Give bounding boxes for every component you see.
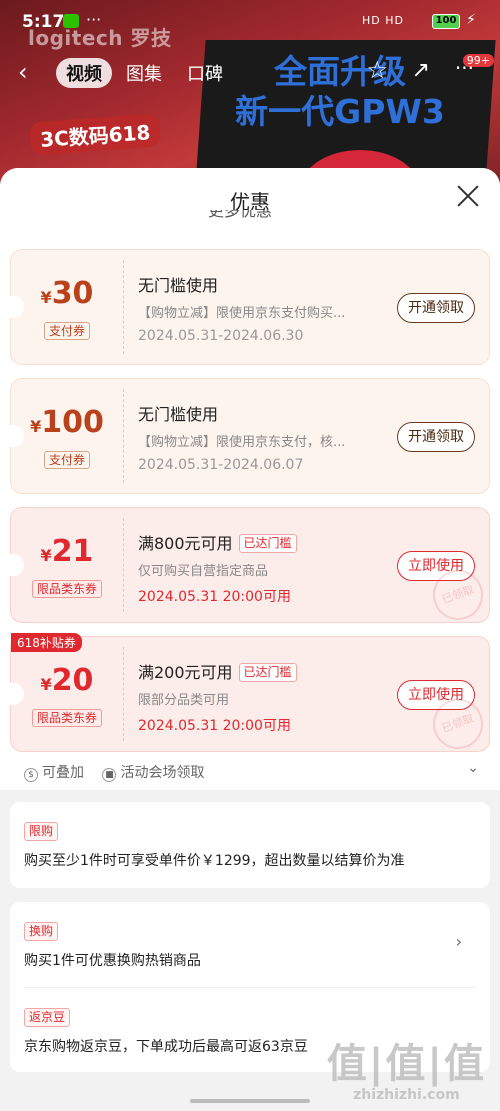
limit-text: 购买至少1件时可享受单件价￥1299，超出数量以结算价为准 xyxy=(24,853,405,869)
coupon-date: 2024.05.31 20:00可用 xyxy=(138,718,291,734)
subsidy-corner-tag: 618补贴券 xyxy=(11,633,82,652)
charging-icon: ⚡ xyxy=(466,12,476,28)
coupon-amount: ¥100 xyxy=(30,405,104,440)
exchange-tag: 换购 xyxy=(24,922,59,941)
threshold-reached-badge: 已达门槛 xyxy=(238,534,297,553)
promo-label: 3C数码618 xyxy=(29,113,162,156)
coupon-title: 无门槛使用 xyxy=(138,276,219,295)
more-offers-heading: 更多优惠 xyxy=(208,210,273,220)
top-navigation: ‹ 视频 图集 口碑 ☆ ↗ ··· xyxy=(0,54,500,94)
coupon-card: ¥30 支付券 无门槛使用 【购物立减】限使用京东支付购买... 2024.05… xyxy=(10,249,490,365)
limit-purchase-card: 限购 购买至少1件时可享受单件价￥1299，超出数量以结算价为准 xyxy=(10,802,490,888)
stackable-label: 可叠加 xyxy=(42,765,84,781)
bean-text: 京东购物返京豆，下单成功后最高可返63京豆 xyxy=(24,1039,308,1055)
coupon-desc: 【购物立减】限使用京东支付，核... xyxy=(138,435,346,450)
coupon-title: 满200元可用 已达门槛 xyxy=(138,659,297,683)
tab-video[interactable]: 视频 xyxy=(56,58,112,88)
status-bar: 5:17 ··· HD HD 100 ⚡ xyxy=(0,0,500,42)
coupon-card: ¥21 限品类东券 满800元可用 已达门槛 仅可购买自营指定商品 2024.05… xyxy=(10,507,491,628)
claim-coupon-button[interactable]: 开通领取 xyxy=(397,293,475,323)
coupon-footer[interactable]: $ 可叠加 ■ 活动会场领取 ⌄ xyxy=(24,760,479,782)
more-icon[interactable]: ··· xyxy=(455,56,474,80)
coupon-amount: ¥21 xyxy=(40,534,94,569)
coupon-amount: ¥20 xyxy=(40,663,94,698)
exchange-text: 购买1件可优惠换购热销商品 xyxy=(24,953,201,969)
chevron-down-icon[interactable]: ⌄ xyxy=(467,760,479,776)
bean-tag: 返京豆 xyxy=(24,1008,71,1027)
site-watermark: 值|值|值 zhizhizhi.com xyxy=(326,1041,486,1103)
coupon-type-tag: 限品类东券 xyxy=(31,580,102,598)
coupon-title: 无门槛使用 xyxy=(138,405,219,424)
threshold-reached-badge: 已达门槛 xyxy=(238,663,297,682)
coupon-amount: ¥30 xyxy=(40,276,94,311)
coupon-date: 2024.05.31-2024.06.30 xyxy=(138,328,304,344)
coupon-type-tag: 限品类东券 xyxy=(31,709,102,727)
promotions-sheet: 优惠 更多优惠 ¥30 支付券 无门槛使用 【购物立减】限使用京东支付购买...… xyxy=(0,168,500,1111)
stackable-icon: $ xyxy=(24,768,38,782)
signal-icon: HD HD xyxy=(362,14,404,27)
more-notifications-icon: ··· xyxy=(86,10,102,29)
battery-icon: 100 xyxy=(432,14,460,29)
status-time: 5:17 xyxy=(22,12,65,32)
back-icon[interactable]: ‹ xyxy=(18,58,28,86)
coupon-panel: 更多优惠 ¥30 支付券 无门槛使用 【购物立减】限使用京东支付购买... 20… xyxy=(0,210,500,790)
coupon-desc: 限部分品类可用 xyxy=(138,693,230,708)
coupon-date: 2024.05.31-2024.06.07 xyxy=(138,457,304,473)
tab-reviews[interactable]: 口碑 xyxy=(187,60,223,86)
share-icon[interactable]: ↗ xyxy=(412,58,430,83)
coupon-title: 满800元可用 已达门槛 xyxy=(138,530,297,554)
tab-gallery[interactable]: 图集 xyxy=(126,60,162,86)
venue-icon: ■ xyxy=(102,768,117,782)
limit-tag: 限购 xyxy=(24,822,59,841)
home-indicator[interactable] xyxy=(190,1099,310,1103)
headline-line-2: 新一代GPW3 xyxy=(235,92,445,131)
coupon-desc: 【购物立减】限使用京东支付购买... xyxy=(138,306,346,321)
claim-coupon-button[interactable]: 开通领取 xyxy=(397,422,475,452)
coupon-type-tag: 支付券 xyxy=(43,322,90,340)
coupon-desc: 仅可购买自营指定商品 xyxy=(138,564,269,579)
coupon-date: 2024.05.31 20:00可用 xyxy=(138,589,291,605)
venue-label: 活动会场领取 xyxy=(120,765,205,781)
favorite-star-icon[interactable]: ☆ xyxy=(366,56,388,84)
close-icon[interactable] xyxy=(454,182,482,210)
wechat-icon xyxy=(63,14,79,28)
coupon-card: ¥100 支付券 无门槛使用 【购物立减】限使用京东支付，核... 2024.0… xyxy=(10,378,490,494)
coupon-type-tag: 支付券 xyxy=(43,451,90,469)
coupon-card: 618补贴券 ¥20 限品类东券 满200元可用 已达门槛 限部分品类可用 202… xyxy=(10,633,491,757)
chevron-right-icon[interactable]: › xyxy=(456,932,462,951)
